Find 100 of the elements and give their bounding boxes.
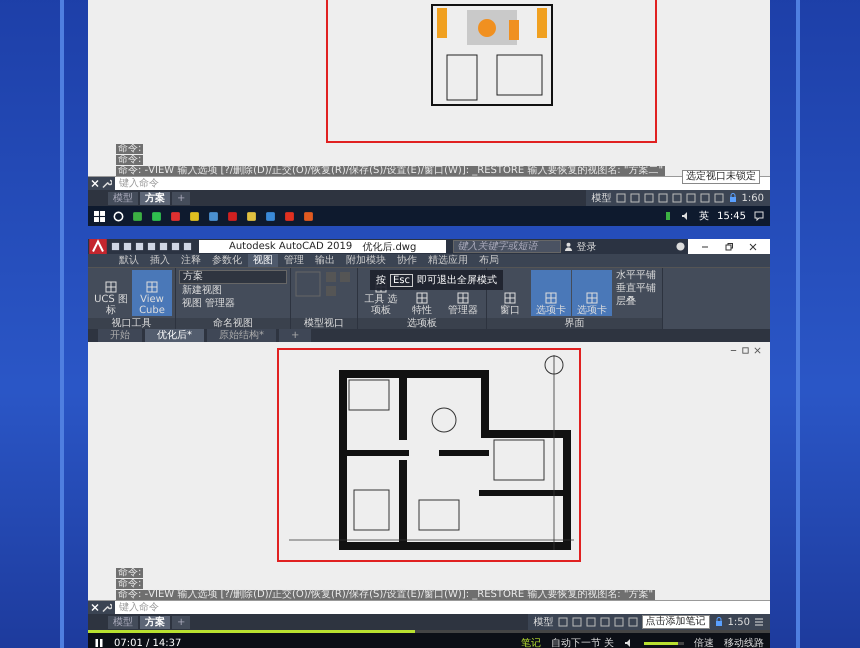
panel-label[interactable]: 视口工具 <box>88 318 175 329</box>
app-icon[interactable] <box>132 210 143 222</box>
close-icon[interactable] <box>748 242 758 252</box>
notification-icon[interactable] <box>754 211 764 221</box>
model-space-button[interactable]: 模型 <box>592 191 612 205</box>
model-space-button[interactable]: 模型 <box>534 615 554 629</box>
status-toggle-icon[interactable] <box>700 193 710 203</box>
login-link[interactable]: 登录 <box>576 240 596 254</box>
restore-icon[interactable] <box>724 242 734 252</box>
pause-icon[interactable] <box>94 638 104 648</box>
app-icon[interactable] <box>208 210 219 222</box>
status-toggle-icon[interactable] <box>658 193 668 203</box>
app-icon[interactable] <box>151 210 162 222</box>
ribbon-button[interactable]: 层叠 <box>613 296 659 308</box>
ribbon-tab[interactable]: 插入 <box>145 254 175 267</box>
status-toggle-icon[interactable] <box>600 617 610 627</box>
hint-text: 即可退出全屏模式 <box>417 274 498 287</box>
panel-label[interactable]: 命名视图 <box>176 318 290 329</box>
ribbon-tab[interactable]: 注释 <box>176 254 206 267</box>
input-language-indicator[interactable]: 英 <box>699 209 710 223</box>
hint-text: 按 <box>376 274 386 287</box>
panel-icon <box>415 291 429 305</box>
ribbon-tab[interactable]: 参数化 <box>207 254 247 267</box>
ribbon-button[interactable]: View Cube <box>132 270 172 316</box>
tooltip: 点击添加笔记 <box>642 615 710 629</box>
ribbon-tab[interactable]: 精选应用 <box>423 254 473 267</box>
panel-icon <box>544 291 558 305</box>
status-toggle-icon[interactable] <box>644 193 654 203</box>
autoplay-toggle[interactable]: 自动下一节 关 <box>550 636 614 648</box>
layout-tab[interactable]: 模型 <box>108 616 138 628</box>
progress-track[interactable] <box>88 630 770 633</box>
ribbon-tab[interactable]: 默认 <box>114 254 144 267</box>
app-icon[interactable] <box>189 210 200 222</box>
status-toggle-icon[interactable] <box>572 617 582 627</box>
panel-label[interactable]: 界面 <box>487 318 662 329</box>
ribbon-button[interactable]: 选项卡 <box>572 270 612 316</box>
ribbon-button[interactable]: 选项卡 <box>531 270 571 316</box>
ribbon-tab[interactable]: 管理 <box>279 254 309 267</box>
layout-tab[interactable]: + <box>172 192 190 204</box>
wrench-icon[interactable] <box>102 601 115 614</box>
layout-tab[interactable]: + <box>172 616 190 628</box>
status-toggle-icon[interactable] <box>714 193 724 203</box>
status-toggle-icon[interactable] <box>628 617 638 627</box>
route-button[interactable]: 移动线路 <box>724 636 764 648</box>
ribbon-button[interactable]: 新建视图 <box>179 285 287 297</box>
restore-icon[interactable] <box>741 346 750 355</box>
speed-button[interactable]: 倍速 <box>694 636 714 648</box>
file-tab[interactable]: + <box>279 329 312 342</box>
app-icon[interactable] <box>265 210 276 222</box>
status-toggle-icon[interactable] <box>686 193 696 203</box>
ribbon-tab[interactable]: 附加模块 <box>341 254 391 267</box>
command-input[interactable]: 键入命令 <box>88 600 770 614</box>
wrench-icon[interactable] <box>102 177 115 190</box>
status-toggle-icon[interactable] <box>630 193 640 203</box>
ribbon-button[interactable]: 垂直平铺 <box>613 283 659 295</box>
status-toggle-icon[interactable] <box>558 617 568 627</box>
windows-start-icon[interactable] <box>94 210 105 222</box>
status-toggle-icon[interactable] <box>672 193 682 203</box>
ribbon-tab[interactable]: 协作 <box>392 254 422 267</box>
esc-key: Esc <box>390 274 414 286</box>
file-tab[interactable]: 原始结构* <box>207 329 276 342</box>
close-icon[interactable] <box>753 346 762 355</box>
panel-label[interactable]: 模型视口 <box>291 318 357 329</box>
ribbon-button[interactable]: 视图 管理器 <box>179 298 287 310</box>
layout-tab[interactable]: 方案 <box>140 192 170 204</box>
status-toggle-icon[interactable] <box>614 617 624 627</box>
panel-label[interactable]: 选项板 <box>358 318 486 329</box>
file-name: 优化后.dwg <box>362 240 416 254</box>
file-tab[interactable]: 开始 <box>98 329 142 342</box>
status-toggle-icon[interactable] <box>616 193 626 203</box>
app-logo-icon[interactable] <box>88 239 108 254</box>
menu-icon[interactable] <box>754 617 764 627</box>
close-icon[interactable] <box>88 177 102 190</box>
annotation-scale-button[interactable]: 1:60 <box>742 192 764 204</box>
ribbon-button[interactable]: 水平平铺 <box>613 270 659 282</box>
status-toggle-icon[interactable] <box>586 617 596 627</box>
app-icon[interactable] <box>246 210 257 222</box>
app-icon[interactable] <box>303 210 314 222</box>
playback-time: 07:01 / 14:37 <box>114 638 182 648</box>
tooltip: 选定视口未锁定 <box>682 170 760 184</box>
ribbon-tab[interactable]: 输出 <box>310 254 340 267</box>
close-icon[interactable] <box>88 601 102 614</box>
panel-icon <box>585 291 599 305</box>
file-tab[interactable]: 优化后* <box>145 329 204 342</box>
panel-icon <box>456 291 470 305</box>
ribbon-button[interactable]: UCS 图标 <box>91 270 131 316</box>
notes-button[interactable]: 笔记 <box>520 636 541 648</box>
panel-icon <box>145 280 159 294</box>
layout-tab[interactable]: 方案 <box>140 616 170 628</box>
ribbon-tab[interactable]: 视图 <box>248 254 278 267</box>
search-icon[interactable] <box>113 210 124 222</box>
ribbon-tab[interactable]: 布局 <box>474 254 504 267</box>
layout-tab[interactable]: 模型 <box>108 192 138 204</box>
lock-icon[interactable] <box>714 617 724 627</box>
user-icon[interactable] <box>564 242 574 251</box>
named-view-dropdown[interactable]: 方案 <box>179 270 287 284</box>
annotation-scale-button[interactable]: 1:50 <box>728 616 750 628</box>
clock-time[interactable]: 15:45 <box>717 210 746 222</box>
panel-icon <box>503 291 517 305</box>
lock-icon[interactable] <box>728 193 738 203</box>
